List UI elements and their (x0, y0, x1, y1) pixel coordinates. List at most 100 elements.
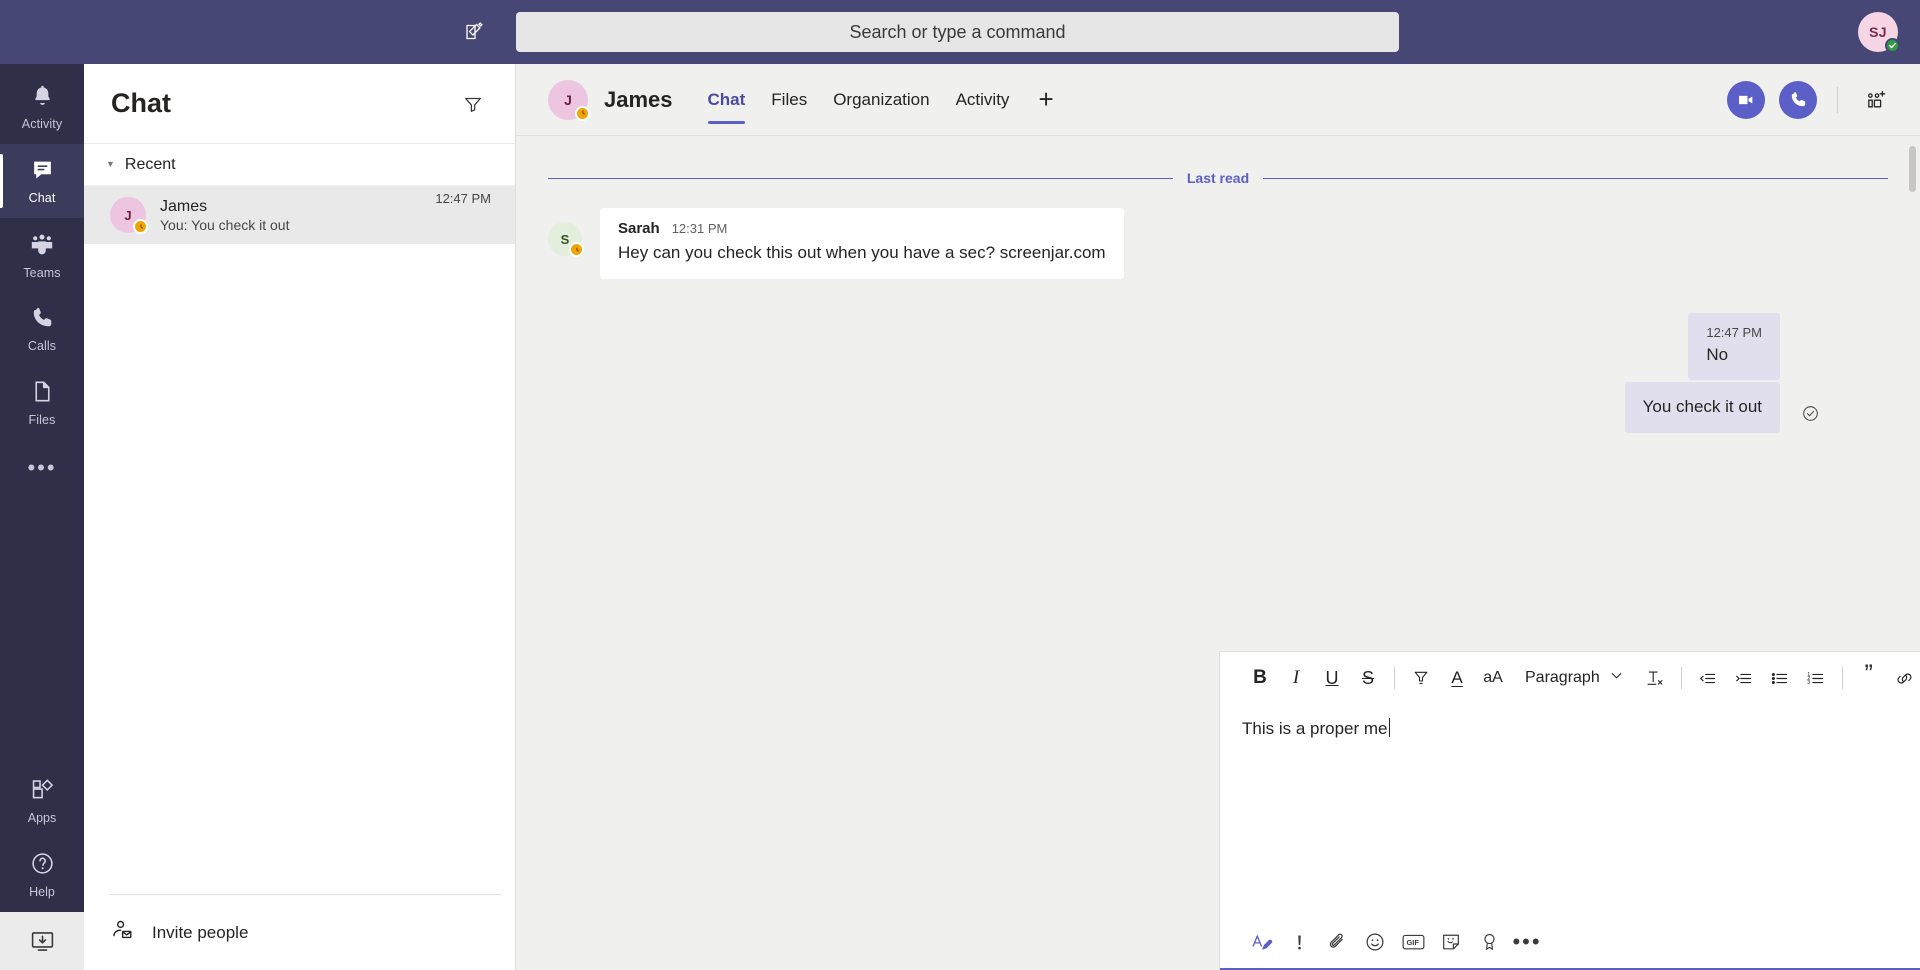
underline-button[interactable]: U (1314, 660, 1350, 696)
message-timestamp: 12:31 PM (671, 221, 728, 236)
sidebar-item-label: Chat (28, 191, 56, 205)
tab-label: Files (771, 89, 808, 109)
bulleted-list-button[interactable] (1762, 660, 1798, 696)
sidebar-item-label: Help (29, 885, 55, 899)
divider (1394, 667, 1395, 689)
conversation-tabs: Chat Files Organization Activity + (695, 64, 1070, 136)
highlight-button[interactable] (1403, 660, 1439, 696)
tab-label: Chat (707, 89, 746, 109)
message-input[interactable]: This is a proper me (1220, 704, 1920, 916)
list-item-preview: You: You check it out (160, 216, 290, 233)
chevron-down-icon: ▼ (106, 159, 115, 169)
list-item-title: James (160, 197, 208, 215)
message-outgoing[interactable]: 12:47 PM No (1688, 313, 1780, 380)
invite-people-label: Invite people (152, 922, 249, 942)
decrease-indent-button[interactable] (1690, 660, 1726, 696)
smiley-emoji-icon[interactable] (1356, 923, 1394, 961)
chat-list-spacer (84, 244, 515, 894)
chevron-down-icon (1610, 669, 1623, 687)
formatting-toolbar: B I U S A aA Paragraph 1 2 3 ” (1220, 652, 1920, 704)
tab-chat[interactable]: Chat (695, 64, 759, 136)
praise-award-icon[interactable] (1470, 923, 1508, 961)
paperclip-icon[interactable] (1318, 923, 1356, 961)
font-size-button[interactable]: aA (1475, 660, 1511, 696)
message-text: No (1706, 345, 1729, 364)
conversation-panel: J James Chat Files Organization Activity… (516, 64, 1920, 970)
message-incoming[interactable]: S Sarah 12:31 PM Hey can you check this … (548, 208, 1888, 279)
sidebar-item-teams[interactable]: Teams (0, 218, 84, 292)
phone-call-icon[interactable] (1779, 80, 1817, 119)
file-icon (30, 379, 55, 409)
sidebar-item-files[interactable]: Files (0, 366, 84, 440)
gif-icon[interactable]: GIF (1394, 923, 1432, 961)
font-color-button[interactable]: A (1439, 660, 1475, 696)
sticker-icon[interactable] (1432, 923, 1470, 961)
tab-organization[interactable]: Organization (820, 64, 942, 136)
format-text-pen-icon[interactable] (1242, 923, 1280, 961)
svg-text:3: 3 (1807, 680, 1810, 686)
sidebar-item-chat[interactable]: Chat (0, 144, 84, 218)
message-text: Hey can you check this out when you have… (618, 243, 1106, 262)
video-camera-icon[interactable] (1727, 80, 1765, 119)
search-input[interactable]: Search or type a command (516, 12, 1399, 52)
insert-link-button[interactable] (1887, 660, 1920, 696)
numbered-list-button[interactable]: 123 (1798, 660, 1834, 696)
divider (1837, 86, 1838, 113)
download-desktop-app-icon[interactable] (0, 912, 84, 970)
bell-icon (30, 83, 55, 113)
list-item[interactable]: J James You: You check it out 12:47 PM (84, 186, 515, 244)
compose-new-chat-icon[interactable] (455, 12, 495, 52)
message-outgoing[interactable]: You check it out (1624, 382, 1818, 433)
app-body: Activity Chat Teams Calls Files ••• Apps… (0, 64, 1920, 970)
last-read-divider: Last read (548, 136, 1888, 186)
chat-bubble-icon (30, 157, 55, 187)
message-input-value: This is a proper me (1242, 719, 1388, 738)
tab-activity[interactable]: Activity (943, 64, 1023, 136)
bold-button[interactable]: B (1242, 660, 1278, 696)
avatar: J (548, 79, 590, 121)
clear-formatting-button[interactable] (1637, 660, 1673, 696)
message-bubble: Sarah 12:31 PM Hey can you check this ou… (600, 208, 1124, 279)
message-author: Sarah (618, 220, 660, 237)
filter-funnel-icon[interactable] (455, 86, 491, 122)
chat-list-section-recent[interactable]: ▼ Recent (84, 144, 515, 186)
presence-available-badge (1885, 38, 1900, 53)
text-cursor (1388, 718, 1390, 737)
top-bar: Search or type a command SJ (0, 0, 1920, 64)
more-dots-icon: ••• (1512, 929, 1542, 955)
avatar[interactable]: SJ (1858, 12, 1900, 53)
message-list-scrollbar[interactable] (1909, 146, 1916, 192)
add-tab-button[interactable]: + (1022, 64, 1069, 136)
increase-indent-button[interactable] (1726, 660, 1762, 696)
sidebar-item-calls[interactable]: Calls (0, 292, 84, 366)
question-circle-icon (30, 851, 55, 881)
sidebar-item-activity[interactable]: Activity (0, 70, 84, 144)
sidebar-item-apps[interactable]: Apps (0, 764, 84, 838)
rail-spacer (0, 496, 84, 764)
presence-away-badge (575, 105, 590, 121)
chat-list-panel: Chat ▼ Recent J James You: You check it … (84, 64, 516, 970)
more-options-button[interactable]: ••• (1508, 923, 1546, 961)
list-item-timestamp: 12:47 PM (435, 191, 491, 206)
paragraph-style-dropdown[interactable]: Paragraph (1511, 661, 1637, 695)
message-timestamp: 12:47 PM (1706, 325, 1762, 340)
message-text: You check it out (1642, 397, 1762, 416)
tab-files[interactable]: Files (758, 64, 820, 136)
sidebar-item-help[interactable]: Help (0, 838, 84, 912)
sidebar-more-apps-button[interactable]: ••• (0, 440, 84, 496)
chat-list-header: Chat (84, 64, 515, 144)
compose-box: B I U S A aA Paragraph 1 2 3 ” This is a… (1220, 652, 1920, 970)
sidebar-item-label: Activity (21, 117, 63, 131)
invite-people-button[interactable]: Invite people (110, 894, 501, 970)
block-quote-button[interactable]: ” (1851, 660, 1887, 696)
divider-line-left (548, 177, 1173, 179)
italic-button[interactable]: I (1278, 660, 1314, 696)
plus-icon: + (1038, 84, 1054, 114)
exclamation-important-icon[interactable] (1280, 923, 1318, 961)
last-read-label: Last read (1186, 170, 1250, 186)
add-people-icon[interactable] (1858, 82, 1894, 118)
more-dots-icon: ••• (27, 455, 57, 481)
conversation-actions (1727, 80, 1894, 119)
strikethrough-button[interactable]: S (1350, 660, 1386, 696)
outgoing-messages: 12:47 PM No You check it out (548, 313, 1888, 433)
